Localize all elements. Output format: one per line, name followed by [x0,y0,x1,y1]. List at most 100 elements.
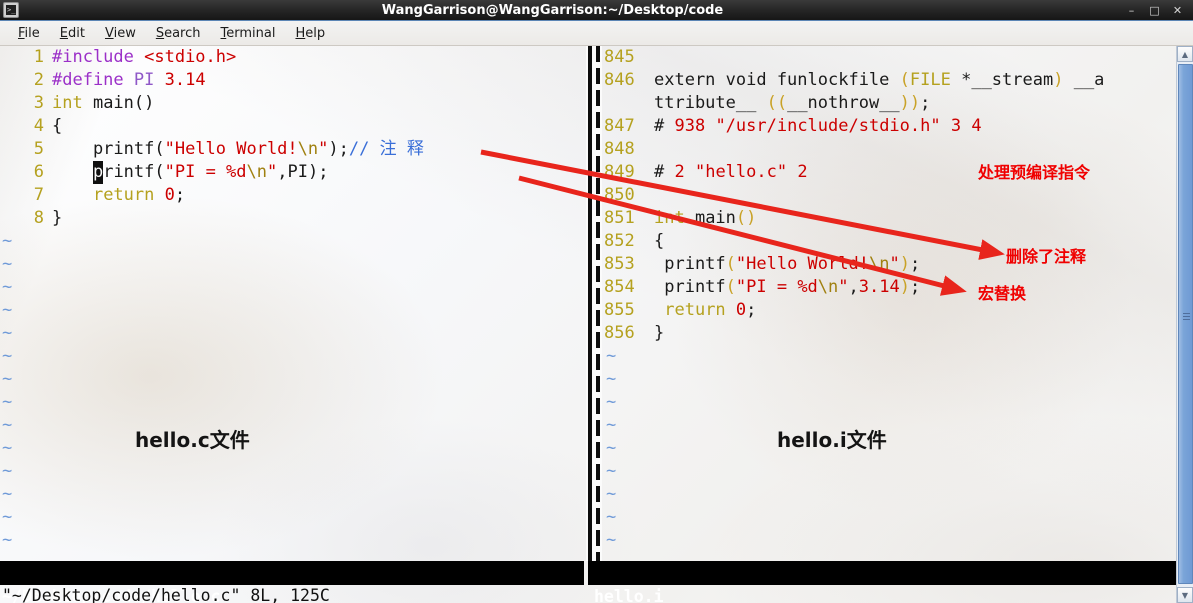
tilde-marker: ~ [606,507,617,527]
title-bar: WangGarrison@WangGarrison:~/Desktop/code… [0,0,1193,21]
divider-bar-dashed [596,46,600,561]
code-token: * [961,70,972,90]
code-token: main [694,208,736,228]
code-token: return [92,185,165,205]
minimize-button[interactable]: – [1126,5,1137,16]
empty-line: ~ [0,276,588,299]
scroll-up-icon[interactable]: ▲ [1177,46,1193,62]
vim-command-line[interactable]: "~/Desktop/code/hello.c" 8L, 125C [0,585,1176,603]
menu-item-search[interactable]: Search [146,24,211,43]
line-number: 3 [33,93,44,113]
tilde-marker: ~ [2,277,13,297]
tilde-marker: ~ [2,231,13,251]
menu-label: dit [68,25,85,41]
code-token: , [848,277,859,297]
label-hello-i-file: hello.i文件 [777,428,887,452]
empty-line: ~ [0,460,588,483]
line-number: 7 [33,185,44,205]
empty-line: ~ [604,368,1176,391]
code-line: 847 # 938 "/usr/include/stdio.h" 3 4 [604,115,1176,138]
empty-line: ~ [604,391,1176,414]
code-token: ) [1053,70,1064,90]
line-number: 852 [604,231,635,251]
code-line: 3 int main() [0,92,588,115]
annotation-label: 宏替换 [978,284,1027,303]
status-bars: ~/Desktop/code/hello.c 6,2-5 All hello.i… [0,561,1176,603]
tilde-marker: ~ [2,438,13,458]
code-token: 3.14 [164,70,206,90]
tilde-marker: ~ [2,484,13,504]
code-token: "Hello World! [164,139,298,159]
code-line: 7 return 0; [0,184,588,207]
code-line: 8} [0,207,588,230]
code-token: __stream [971,70,1054,90]
code-line: 851 int main() [604,207,1176,230]
line-number: 847 [604,116,635,136]
empty-line: ~ [604,483,1176,506]
line-number: 855 [604,300,635,320]
tilde-marker: ~ [2,323,13,343]
code-token: } [654,323,665,343]
maximize-button[interactable]: □ [1149,5,1160,16]
code-token: 0 [735,300,747,320]
tilde-marker: ~ [606,530,617,550]
label-hello-c-file: hello.c文件 [135,428,250,452]
empty-line: ~ [0,506,588,529]
menu-item-edit[interactable]: Edit [50,24,95,43]
terminal-icon [3,2,19,18]
code-line: 855 return 0; [604,299,1176,322]
text-cursor: p [92,161,104,184]
line-number: 849 [604,162,635,182]
empty-line: ~ [604,345,1176,368]
window-scrollbar[interactable]: ▲ ▼ [1176,46,1193,603]
code-token: (( [766,93,788,113]
code-line: 2 #define PI 3.14 [0,69,588,92]
code-token: 3.14 [858,277,900,297]
terminal-window: WangGarrison@WangGarrison:~/Desktop/code… [0,0,1193,603]
code-token: \n [297,139,319,159]
code-token: "PI = %d [735,277,818,297]
menu-item-view[interactable]: View [95,24,146,43]
line-number: 5 [33,139,44,159]
empty-line: ~ [0,414,588,437]
tilde-marker: ~ [2,254,13,274]
code-line: 6 printf("PI = %d\n",PI); [0,161,588,184]
vim-pane-right[interactable]: 845 846 extern void funlockfile (FILE *__s… [604,46,1176,561]
menu-label: iew [113,25,136,41]
scrollbar-grip-icon [1183,313,1190,320]
empty-line: ~ [0,253,588,276]
code-token: ) [899,277,910,297]
line-number: 850 [604,185,635,205]
empty-line: ~ [604,460,1176,483]
window-title: WangGarrison@WangGarrison:~/Desktop/code [381,2,724,18]
line-number: 854 [604,277,635,297]
menu-item-help[interactable]: Help [285,24,335,43]
scrollbar-thumb[interactable] [1178,64,1193,584]
line-number: 2 [33,70,44,90]
menu-label: earch [164,25,201,41]
empty-line: ~ [604,529,1176,552]
code-token: " [318,139,329,159]
annotation-label: 删除了注释 [1006,247,1087,266]
code-token: "hello.c" [694,162,788,182]
code-token: ( [899,70,910,90]
code-token: ; [909,254,921,274]
code-token: ; [920,93,931,113]
code-token: " [889,254,900,274]
vim-pane-left[interactable]: 1 #include <stdio.h> 2 #define PI 3.14 3 int … [0,46,588,561]
empty-line: ~ [0,230,588,253]
line-number: 6 [33,162,44,182]
empty-line: ~ [604,414,1176,437]
code-token: { [52,116,63,136]
code-token: #define [52,70,134,90]
code-token: PI [133,70,165,90]
code-token: ; [909,277,921,297]
code-token: "PI = %d [164,162,247,182]
menu-item-file[interactable]: File [8,24,50,43]
menu-item-terminal[interactable]: Terminal [211,24,286,43]
empty-line: ~ [0,437,588,460]
window-controls: – □ ✕ [1126,5,1183,16]
scroll-down-icon[interactable]: ▼ [1177,587,1193,603]
line-number: 853 [604,254,635,274]
close-button[interactable]: ✕ [1172,5,1183,16]
